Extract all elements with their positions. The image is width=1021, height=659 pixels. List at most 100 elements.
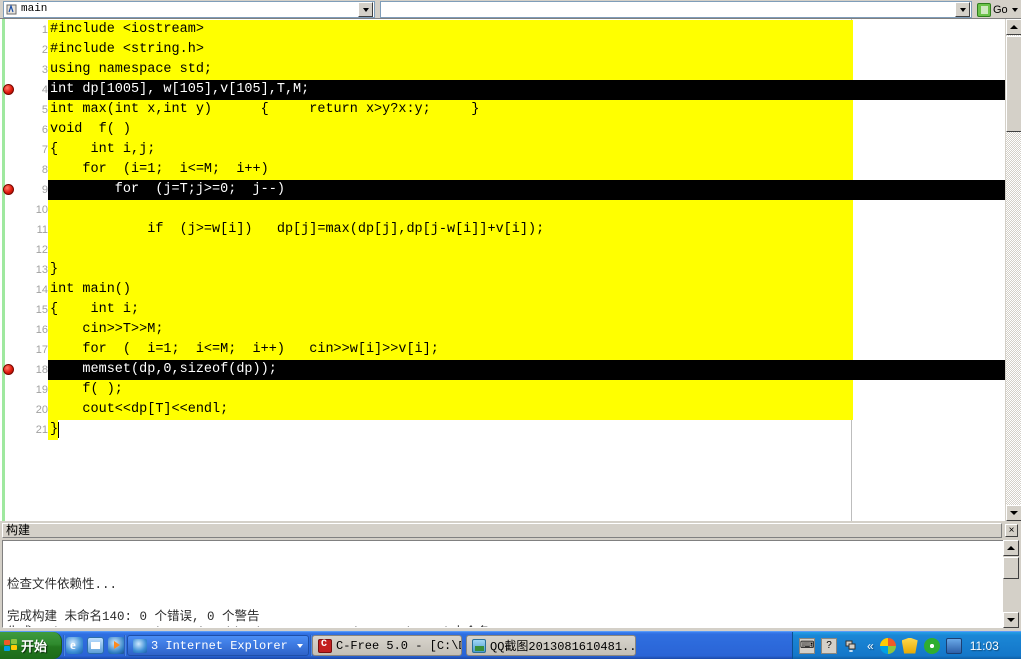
c-free-ide-window: main Go 1 #include <iostream> 2 #include <s… — [0, 0, 1021, 659]
media-player-icon[interactable] — [108, 637, 125, 654]
code-line-highlight — [48, 200, 853, 220]
ie-icon — [133, 638, 147, 653]
shield-icon[interactable] — [901, 637, 918, 654]
keyboard-icon[interactable]: ⌨ — [799, 637, 815, 654]
qq-capture-icon — [472, 638, 486, 653]
green-star-icon[interactable] — [923, 637, 940, 654]
breakpoint-icon[interactable] — [3, 364, 14, 375]
line-number: 21 — [35, 424, 48, 436]
mail-icon[interactable] — [87, 637, 104, 654]
scope-combobox[interactable]: main — [3, 1, 375, 18]
taskbar-button-label: QQ截图2013081610481... — [490, 640, 636, 654]
ie-icon[interactable] — [66, 637, 83, 654]
line-number: 17 — [35, 344, 48, 356]
chevron-down-icon[interactable] — [955, 2, 970, 17]
chevron-down-icon[interactable] — [358, 2, 373, 17]
taskbar-button-qq-capture[interactable]: QQ截图2013081610481... — [466, 635, 636, 656]
code-line[interactable]: f( ); — [50, 380, 123, 400]
code-line-highlight — [48, 300, 853, 320]
blue-app-icon[interactable] — [945, 637, 962, 654]
build-output-line: 检查文件依赖性... — [7, 578, 118, 592]
code-line[interactable]: using namespace std; — [50, 60, 212, 80]
chevron-down-icon[interactable] — [297, 643, 303, 648]
code-line-highlight — [48, 140, 853, 160]
code-line[interactable]: memset(dp,0,sizeof(dp)); — [50, 360, 276, 380]
code-line-highlight — [48, 240, 853, 260]
code-line[interactable]: void f( ) — [50, 120, 131, 140]
code-line-highlight — [48, 260, 853, 280]
code-line[interactable]: int max(int x,int y) { return x>y?x:y; } — [50, 100, 479, 120]
start-button[interactable]: 开始 — [0, 632, 62, 659]
scroll-down-button[interactable] — [1006, 505, 1021, 521]
line-number: 4 — [41, 84, 48, 96]
line-number: 6 — [41, 124, 48, 136]
line-number: 7 — [41, 144, 48, 156]
code-line[interactable]: if (j>=w[i]) dp[j]=max(dp[j],dp[j-w[i]]+… — [50, 220, 544, 240]
output-vertical-scrollbar[interactable] — [1003, 540, 1019, 628]
code-line[interactable]: { int i,j; — [50, 140, 155, 160]
editor-vertical-scrollbar[interactable] — [1005, 19, 1021, 521]
code-line[interactable]: int dp[1005], w[105],v[105],T,M; — [50, 80, 309, 100]
system-tray: ⌨ ? « 11:03 — [792, 632, 1021, 659]
build-output-line: 生成 C:\Documents and Settings\k01\My Docu… — [7, 625, 542, 627]
line-number: 14 — [35, 284, 48, 296]
network-icon[interactable] — [843, 638, 859, 654]
taskbar-divider — [63, 635, 65, 656]
chevron-down-icon[interactable] — [1011, 7, 1018, 12]
go-button-label: Go — [993, 3, 1008, 16]
output-scroll-thumb[interactable] — [1003, 557, 1019, 579]
code-line[interactable]: for (i=1; i<=M; i++) — [50, 160, 268, 180]
line-number: 5 — [41, 104, 48, 116]
taskbar-button-label: 3 Internet Explorer — [151, 638, 288, 653]
code-line-highlight — [48, 380, 853, 400]
build-output-line: 完成构建 未命名140: 0 个错误, 0 个警告 — [7, 610, 260, 624]
output-scroll-down-button[interactable] — [1003, 612, 1019, 628]
line-number: 12 — [35, 244, 48, 256]
line-number: 9 — [41, 184, 48, 196]
taskbar-button-label: C-Free 5.0 - [C:\Do... — [336, 638, 461, 653]
flower-icon[interactable] — [879, 637, 896, 654]
build-output-pane: 构建 × 检查文件依赖性... 完成构建 未命名140: 0 个错误, 0 个警告… — [0, 521, 1021, 631]
help-icon[interactable]: ? — [821, 637, 837, 654]
navigation-toolbar: main Go — [0, 0, 1021, 19]
code-line[interactable]: { int i; — [50, 300, 139, 320]
taskbar-button-ie-group[interactable]: 3 Internet Explorer — [127, 635, 309, 656]
go-button[interactable]: Go — [977, 1, 1019, 18]
code-text-area[interactable]: 1 #include <iostream> 2 #include <string.h>… — [0, 19, 1005, 521]
code-line[interactable]: cout<<dp[T]<<endl; — [50, 400, 228, 420]
code-line[interactable]: for ( i=1; i<=M; i++) cin>>w[i]>>v[i]; — [50, 340, 438, 360]
code-editor[interactable]: 1 #include <iostream> 2 #include <string.h>… — [0, 19, 1021, 521]
line-number: 10 — [35, 204, 48, 216]
code-line-highlight — [48, 320, 853, 340]
output-scroll-up-button[interactable] — [1003, 540, 1019, 556]
code-line[interactable]: int main() — [50, 280, 131, 300]
build-output-title: 构建 — [2, 523, 1002, 538]
editor-scroll-thumb[interactable] — [1006, 36, 1021, 132]
code-line[interactable]: cin>>T>>M; — [50, 320, 163, 340]
scroll-up-button[interactable] — [1006, 19, 1021, 35]
code-line[interactable]: #include <iostream> — [50, 20, 204, 40]
close-icon[interactable]: × — [1005, 524, 1018, 537]
code-line[interactable]: } — [50, 420, 58, 440]
line-number: 8 — [41, 164, 48, 176]
code-line[interactable]: #include <string.h> — [50, 40, 204, 60]
go-icon — [977, 2, 991, 17]
windows-flag-icon — [4, 639, 18, 652]
build-output-text[interactable]: 检查文件依赖性... 完成构建 未命名140: 0 个错误, 0 个警告生成 C:… — [2, 540, 1005, 628]
code-line[interactable]: for (j=T;j>=0; j--) — [50, 180, 285, 200]
code-line-highlight — [48, 280, 853, 300]
c-free-icon — [318, 638, 332, 653]
code-line-highlight — [48, 120, 853, 140]
code-line[interactable]: } — [50, 260, 58, 280]
symbol-combobox[interactable] — [380, 1, 972, 18]
scope-combobox-value: main — [21, 3, 48, 15]
line-number: 2 — [41, 44, 48, 56]
breakpoint-icon[interactable] — [3, 84, 14, 95]
taskbar-button-c-free[interactable]: C-Free 5.0 - [C:\Do... — [312, 635, 462, 656]
start-button-label: 开始 — [21, 639, 48, 654]
tray-expand-button[interactable]: « — [867, 639, 874, 653]
taskbar-clock[interactable]: 11:03 — [970, 639, 999, 653]
breakpoint-icon[interactable] — [3, 184, 14, 195]
line-number: 19 — [35, 384, 48, 396]
line-number: 15 — [35, 304, 48, 316]
